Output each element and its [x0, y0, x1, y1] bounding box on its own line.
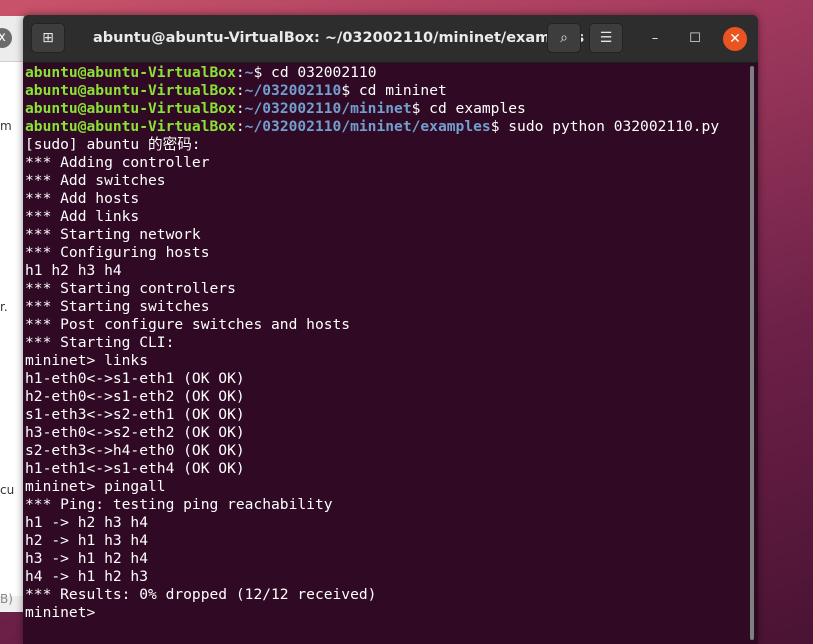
output-line: *** Add hosts	[25, 190, 140, 207]
prompt-path: ~/032002110	[244, 82, 342, 99]
terminal-window[interactable]: ⊞ abuntu@abuntu-VirtualBox: ~/032002110/…	[23, 15, 758, 644]
prompt-user: abuntu@abuntu-VirtualBox	[25, 82, 236, 99]
prompt-separator: :	[235, 82, 245, 99]
terminal-output[interactable]: abuntu@abuntu-VirtualBox:~$ cd 032002110…	[23, 62, 747, 644]
terminal-titlebar[interactable]: ⊞ abuntu@abuntu-VirtualBox: ~/032002110/…	[23, 15, 758, 63]
output-line: [sudo] abuntu 的密码:	[25, 136, 201, 153]
output-line: h3-eth0<->s2-eth2 (OK OK)	[25, 424, 245, 441]
output-line: h4 -> h1 h2 h3	[25, 568, 149, 585]
prompt-user: abuntu@abuntu-VirtualBox	[25, 64, 236, 81]
output-line: *** Add links	[25, 208, 140, 225]
prompt-path: ~/032002110/mininet	[244, 100, 412, 117]
background-window-text-fragment: B)	[0, 592, 13, 606]
prompt-line: abuntu@abuntu-VirtualBox:~$ cd 032002110	[25, 64, 747, 82]
output-line: h1-eth1<->s1-eth4 (OK OK)	[25, 460, 245, 477]
output-line: *** Adding controller	[25, 154, 210, 171]
prompt-path: ~/032002110/mininet/examples	[244, 118, 491, 135]
minimize-icon[interactable]: –	[644, 28, 666, 50]
prompt-command: $ cd examples	[411, 100, 526, 117]
output-line: s2-eth3<->h4-eth0 (OK OK)	[25, 442, 245, 459]
output-line: h1 -> h2 h3 h4	[25, 514, 149, 531]
output-line: *** Starting switches	[25, 298, 210, 315]
background-window-text-fragment: r.	[0, 300, 8, 314]
output-line: h1-eth0<->s1-eth1 (OK OK)	[25, 370, 245, 387]
output-line: *** Add switches	[25, 172, 166, 189]
search-icon[interactable]: ⌕	[547, 23, 581, 53]
prompt-user: abuntu@abuntu-VirtualBox	[25, 118, 236, 135]
scrollbar[interactable]	[750, 66, 754, 640]
output-line: *** Starting network	[25, 226, 201, 243]
background-window: x m r. cu B)	[0, 16, 24, 612]
background-window-text-fragment: m	[0, 119, 12, 133]
prompt-command: $ sudo python 032002110.py	[490, 118, 720, 135]
window-title: abuntu@abuntu-VirtualBox: ~/032002110/mi…	[93, 30, 585, 46]
new-tab-icon[interactable]: ⊞	[31, 23, 65, 53]
output-line: h2-eth0<->s1-eth2 (OK OK)	[25, 388, 245, 405]
output-line: *** Starting controllers	[25, 280, 236, 297]
prompt-line: abuntu@abuntu-VirtualBox:~/032002110/min…	[25, 118, 747, 136]
output-line: *** Starting CLI:	[25, 334, 175, 351]
output-line: mininet> pingall	[25, 478, 166, 495]
background-window-text-fragment: cu	[0, 483, 15, 497]
prompt-command: $ cd mininet	[341, 82, 447, 99]
output-line: *** Post configure switches and hosts	[25, 316, 351, 333]
prompt-line: abuntu@abuntu-VirtualBox:~/032002110$ cd…	[25, 82, 747, 100]
output-line: *** Configuring hosts	[25, 244, 210, 261]
prompt-separator: :	[235, 118, 245, 135]
prompt-separator: :	[235, 64, 245, 81]
prompt-user: abuntu@abuntu-VirtualBox	[25, 100, 236, 117]
hamburger-menu-icon[interactable]: ☰	[589, 23, 623, 53]
close-icon[interactable]: ✕	[723, 27, 747, 51]
prompt-line: abuntu@abuntu-VirtualBox:~/032002110/min…	[25, 100, 747, 118]
output-line: *** Results: 0% dropped (12/12 received)	[25, 586, 377, 603]
prompt-separator: :	[235, 100, 245, 117]
output-line: h1 h2 h3 h4	[25, 262, 122, 279]
output-line: mininet> links	[25, 352, 149, 369]
output-line: h3 -> h1 h2 h4	[25, 550, 149, 567]
mininet-prompt-line[interactable]: mininet>	[25, 604, 747, 622]
output-line: h2 -> h1 h3 h4	[25, 532, 149, 549]
prompt-command: $ cd 032002110	[253, 64, 377, 81]
output-line: *** Ping: testing ping reachability	[25, 496, 333, 513]
maximize-icon[interactable]: ☐	[684, 28, 706, 50]
output-line: s1-eth3<->s2-eth1 (OK OK)	[25, 406, 245, 423]
